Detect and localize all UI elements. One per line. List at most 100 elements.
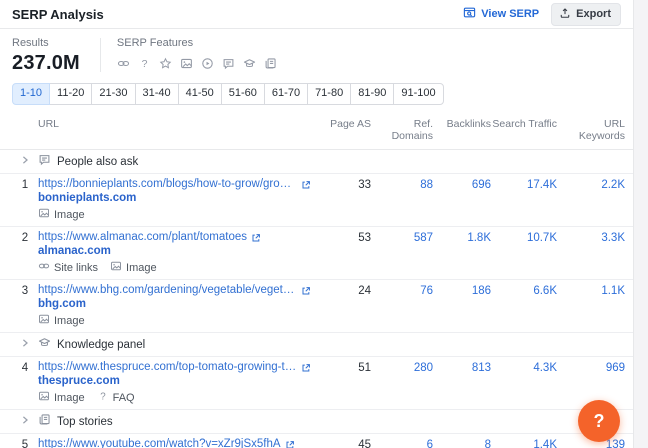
pagination-tab-71-80[interactable]: 71-80 <box>307 83 352 105</box>
url-text[interactable]: https://www.youtube.com/watch?v=xZr9jSx5… <box>38 438 281 448</box>
url-link[interactable]: https://www.thespruce.com/top-tomato-gro… <box>38 361 311 374</box>
view-serp-label: View SERP <box>481 8 540 20</box>
external-link-icon[interactable] <box>301 363 311 373</box>
pagination-tab-81-90[interactable]: 81-90 <box>350 83 395 105</box>
serp-feature-cell: People also ask <box>38 153 321 170</box>
metric-backlinks[interactable]: 696 <box>433 178 491 192</box>
sitelinks-icon <box>117 57 130 70</box>
feature-tag: Site links <box>38 260 98 275</box>
pagination-tab-91-100[interactable]: 91-100 <box>393 83 444 105</box>
metric-search-traffic[interactable]: 4.3K <box>491 361 557 375</box>
pagination-tab-21-30[interactable]: 21-30 <box>91 83 136 105</box>
metric-backlinks[interactable]: 1.8K <box>433 231 491 245</box>
url-link[interactable]: https://www.almanac.com/plant/tomatoes <box>38 231 311 244</box>
metric-backlinks[interactable]: 186 <box>433 284 491 298</box>
help-button[interactable]: ? <box>578 400 620 442</box>
sitelinks-icon <box>38 260 50 275</box>
view-serp-link[interactable]: View SERP <box>463 6 539 22</box>
page-title: SERP Analysis <box>12 6 104 22</box>
feature-tag: Image <box>38 313 85 328</box>
video-icon <box>201 57 214 70</box>
url-link[interactable]: https://www.youtube.com/watch?v=xZr9jSx5… <box>38 438 311 448</box>
feature-tags: Image <box>38 313 311 328</box>
external-link-icon[interactable] <box>301 286 311 296</box>
metric-search-traffic[interactable]: 17.4K <box>491 178 557 192</box>
metric-backlinks[interactable]: 8 <box>433 438 491 448</box>
url-text[interactable]: https://bonnieplants.com/blogs/how-to-gr… <box>38 178 297 191</box>
url-text[interactable]: https://www.almanac.com/plant/tomatoes <box>38 231 247 244</box>
domain-link[interactable]: bhg.com <box>38 298 311 311</box>
export-button[interactable]: Export <box>551 2 621 26</box>
domain-link[interactable]: bonnieplants.com <box>38 192 311 205</box>
metric-ref-domains[interactable]: 88 <box>371 178 433 192</box>
serp-feature-row[interactable]: Knowledge panel <box>0 333 633 357</box>
metric-page-as: 51 <box>358 362 371 374</box>
metric-url-keywords[interactable]: 3.3K <box>557 231 625 245</box>
pagination-tab-61-70[interactable]: 61-70 <box>263 83 309 105</box>
top-stories-icon <box>38 413 51 430</box>
summary-section: Results 237.0M SERP Features ? <box>0 29 633 74</box>
url-text[interactable]: https://www.thespruce.com/top-tomato-gro… <box>38 361 297 374</box>
feature-tags: Site links Image <box>38 260 311 275</box>
metric-ref-domains[interactable]: 587 <box>371 231 433 245</box>
serp-feature-row[interactable]: People also ask <box>0 150 633 174</box>
serp-feature-label: Top stories <box>57 415 113 428</box>
export-label: Export <box>576 8 611 20</box>
metric-backlinks[interactable]: 813 <box>433 361 491 375</box>
metric-search-traffic[interactable]: 1.4K <box>491 438 557 448</box>
chevron-right-icon[interactable] <box>12 413 38 425</box>
results-label: Results <box>12 37 49 49</box>
pagination-tab-11-20[interactable]: 11-20 <box>49 83 93 105</box>
column-header-page-as: Page AS <box>330 118 371 130</box>
url-cell: https://www.bhg.com/gardening/vegetable/… <box>38 284 321 328</box>
external-link-icon[interactable] <box>285 440 295 448</box>
metric-page-as: 24 <box>358 285 371 297</box>
domain-link[interactable]: thespruce.com <box>38 375 311 388</box>
feature-tag-label: Image <box>54 391 85 404</box>
table-body: People also ask 1 https://bonnieplants.com… <box>0 150 633 448</box>
metric-search-traffic[interactable]: 6.6K <box>491 284 557 298</box>
chevron-right-icon[interactable] <box>12 336 38 348</box>
table-row: 2 https://www.almanac.com/plant/tomatoes a… <box>0 227 633 280</box>
column-header-ref-domains: Ref. Domains <box>391 118 433 142</box>
metric-search-traffic[interactable]: 10.7K <box>491 231 557 245</box>
url-link[interactable]: https://www.bhg.com/gardening/vegetable/… <box>38 284 311 297</box>
feature-tag: ? FAQ <box>97 390 135 405</box>
reviews-icon <box>159 57 172 70</box>
external-link-icon[interactable] <box>301 180 311 190</box>
summary-divider <box>99 38 101 72</box>
pagination-tab-51-60[interactable]: 51-60 <box>220 83 265 105</box>
metric-url-keywords[interactable]: 2.2K <box>557 178 625 192</box>
pagination-tab-1-10[interactable]: 1-10 <box>12 83 51 105</box>
url-cell: https://www.almanac.com/plant/tomatoes al… <box>38 231 321 275</box>
row-number: 3 <box>21 285 29 297</box>
metric-url-keywords[interactable]: 1.1K <box>557 284 625 298</box>
pagination-tab-31-40[interactable]: 31-40 <box>134 83 179 105</box>
image-icon <box>38 313 50 328</box>
knowledge-panel-icon <box>243 57 256 70</box>
image-icon <box>180 57 193 70</box>
table-row: 4 https://www.thespruce.com/top-tomato-gr… <box>0 357 633 410</box>
feature-tag-label: Site links <box>54 261 99 274</box>
svg-text:?: ? <box>141 58 147 70</box>
image-icon <box>38 390 50 405</box>
feature-tag: Image <box>110 260 157 275</box>
chevron-right-icon[interactable] <box>12 153 38 165</box>
metric-ref-domains[interactable]: 6 <box>371 438 433 448</box>
external-link-icon[interactable] <box>251 233 261 243</box>
url-text[interactable]: https://www.bhg.com/gardening/vegetable/… <box>38 284 297 297</box>
serp-feature-row[interactable]: Top stories <box>0 410 633 434</box>
feature-tag-label: Image <box>54 208 85 221</box>
url-link[interactable]: https://bonnieplants.com/blogs/how-to-gr… <box>38 178 311 191</box>
metric-ref-domains[interactable]: 76 <box>371 284 433 298</box>
column-header-url-keywords: URL Keywords <box>578 118 625 142</box>
results-block: Results 237.0M <box>12 37 80 74</box>
table-header-row: URL Page AS Ref. Domains Backlinks Search Tr… <box>0 111 633 150</box>
metric-url-keywords[interactable]: 969 <box>557 361 625 375</box>
domain-link[interactable]: almanac.com <box>38 245 311 258</box>
url-cell: https://www.youtube.com/watch?v=xZr9jSx5… <box>38 438 321 448</box>
metric-ref-domains[interactable]: 280 <box>371 361 433 375</box>
knowledge-panel-icon <box>38 336 51 353</box>
pagination-tab-41-50[interactable]: 41-50 <box>177 83 222 105</box>
table-row: 3 https://www.bhg.com/gardening/vegetable… <box>0 280 633 333</box>
